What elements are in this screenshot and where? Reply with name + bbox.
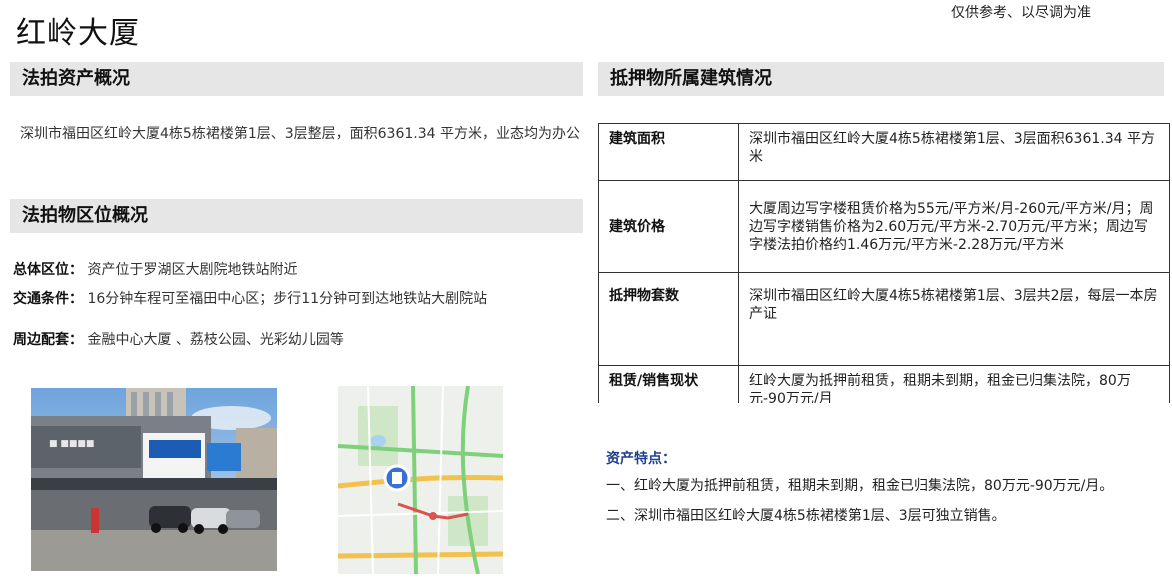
feature-item: 一、红岭大厦为抵押前租赁，租期未到期，租金已归集法院，80万元-90万元/月。 xyxy=(606,478,1114,494)
table-key: 建筑价格 xyxy=(598,180,739,273)
page-title: 红岭大厦 xyxy=(16,16,140,51)
location-map xyxy=(338,386,503,574)
building-photo: ■ ■■■■ xyxy=(31,388,277,571)
location-value: 金融中心大厦 、荔枝公园、光彩幼儿园等 xyxy=(83,332,344,348)
location-row: 周边配套： 金融中心大厦 、荔枝公园、光彩幼儿园等 xyxy=(13,329,344,349)
table-key: 抵押物套数 xyxy=(598,272,739,366)
location-label: 总体区位： xyxy=(13,262,83,278)
disclaimer: 仅供参考、以尽调为准 xyxy=(951,5,1091,21)
table-row: 建筑面积 深圳市福田区红岭大厦4栋5栋裙楼第1层、3层面积6361.34 平方米 xyxy=(598,123,1170,181)
table-value: 深圳市福田区红岭大厦4栋5栋裙楼第1层、3层共2层，每层一本房产证 xyxy=(738,272,1170,366)
table-row: 建筑价格 大厦周边写字楼租赁价格为55元/平方米/月-260元/平方米/月；周边… xyxy=(598,180,1170,273)
location-row: 总体区位： 资产位于罗湖区大剧院地铁站附近 xyxy=(13,259,297,279)
section-auction-overview: 法拍资产概况 xyxy=(10,62,583,96)
location-value: 16分钟车程可至福田中心区；步行11分钟可到达地铁站大剧院站 xyxy=(83,291,488,307)
info-table: 建筑面积 深圳市福田区红岭大厦4栋5栋裙楼第1层、3层面积6361.34 平方米… xyxy=(598,123,1170,403)
table-key: 建筑面积 xyxy=(598,123,739,181)
feature-item: 二、深圳市福田区红岭大厦4栋5栋裙楼第1层、3层可独立销售。 xyxy=(606,508,1006,524)
location-row: 交通条件： 16分钟车程可至福田中心区；步行11分钟可到达地铁站大剧院站 xyxy=(13,288,487,308)
location-value: 资产位于罗湖区大剧院地铁站附近 xyxy=(83,262,298,278)
location-label: 周边配套： xyxy=(13,332,83,348)
overview-text: 深圳市福田区红岭大厦4栋5栋裙楼第1层、3层整层，面积6361.34 平方米，业… xyxy=(20,126,580,142)
table-value: 大厦周边写字楼租赁价格为55元/平方米/月-260元/平方米/月；周边写字楼销售… xyxy=(738,180,1170,273)
table-value: 深圳市福田区红岭大厦4栋5栋裙楼第1层、3层面积6361.34 平方米 xyxy=(738,123,1170,181)
section-location-overview: 法拍物区位概况 xyxy=(10,199,583,233)
table-row: 租赁/销售现状 红岭大厦为抵押前租赁，租期未到期，租金已归集法院，80万元-90… xyxy=(598,365,1170,403)
table-key: 租赁/销售现状 xyxy=(598,365,739,403)
section-building-overview: 抵押物所属建筑情况 xyxy=(598,62,1164,96)
table-row: 抵押物套数 深圳市福田区红岭大厦4栋5栋裙楼第1层、3层共2层，每层一本房产证 xyxy=(598,272,1170,366)
location-label: 交通条件： xyxy=(13,291,83,307)
svg-text:■ ■■■■: ■ ■■■■ xyxy=(49,439,94,449)
table-value: 红岭大厦为抵押前租赁，租期未到期，租金已归集法院，80万元-90万元/月 xyxy=(738,365,1170,403)
features-title: 资产特点： xyxy=(606,451,676,467)
info-table-wrapper: 建筑面积 深圳市福田区红岭大厦4栋5栋裙楼第1层、3层面积6361.34 平方米… xyxy=(598,123,1172,403)
